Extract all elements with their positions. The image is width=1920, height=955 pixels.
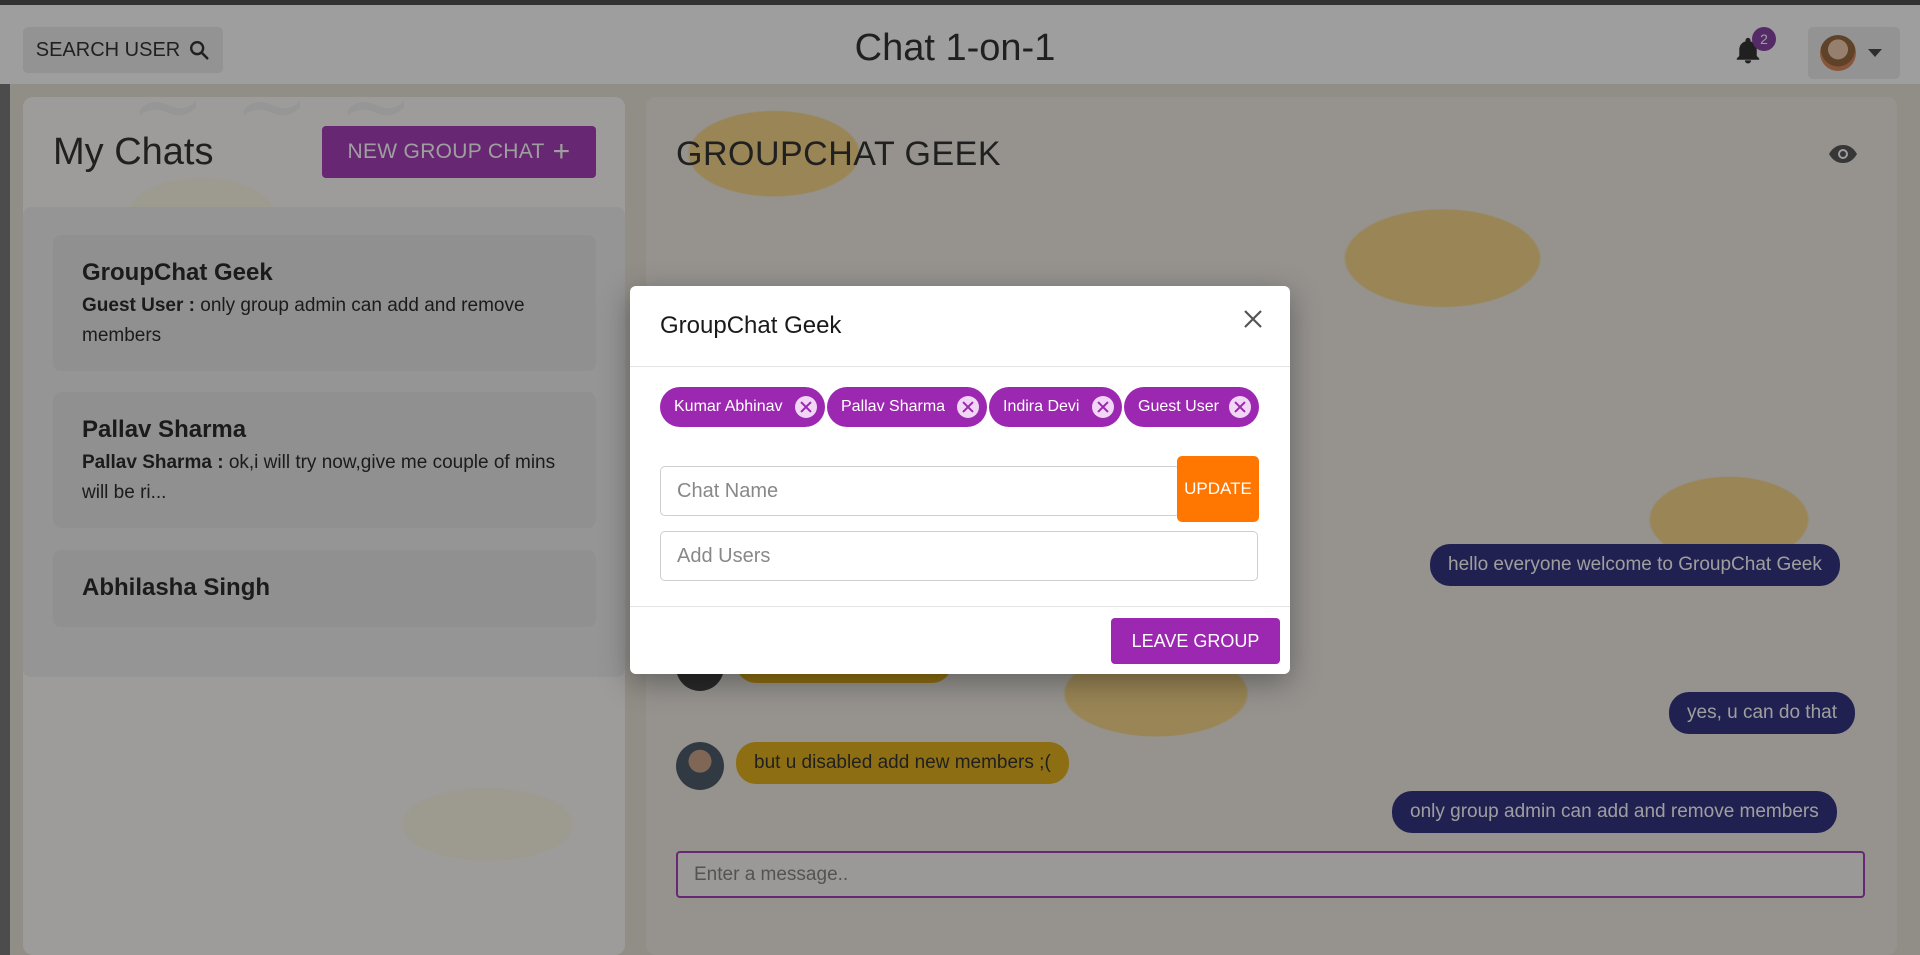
- modal-divider: [630, 606, 1290, 607]
- member-name: Kumar Abhinav: [674, 398, 783, 415]
- remove-member-icon[interactable]: [957, 396, 979, 418]
- member-chip[interactable]: Indira Devi: [989, 387, 1122, 427]
- chat-name-input[interactable]: Chat Name: [660, 466, 1180, 516]
- remove-member-icon[interactable]: [1092, 396, 1114, 418]
- member-chip[interactable]: Kumar Abhinav: [660, 387, 825, 427]
- remove-member-icon[interactable]: [795, 396, 817, 418]
- remove-member-icon[interactable]: [1229, 396, 1251, 418]
- modal-divider: [630, 366, 1290, 367]
- leave-group-button[interactable]: LEAVE GROUP: [1111, 618, 1280, 664]
- member-name: Pallav Sharma: [841, 398, 946, 415]
- close-icon[interactable]: [1240, 306, 1266, 332]
- member-name: Indira Devi: [1003, 398, 1080, 415]
- member-name: Guest User: [1138, 398, 1219, 415]
- member-chip[interactable]: Guest User: [1124, 387, 1259, 427]
- add-users-input[interactable]: Add Users: [660, 531, 1258, 581]
- member-chip[interactable]: Pallav Sharma: [827, 387, 987, 427]
- group-settings-modal: GroupChat Geek Kumar Abhinav Pallav Shar…: [630, 286, 1290, 674]
- modal-title: GroupChat Geek: [660, 312, 842, 339]
- update-button[interactable]: UPDATE: [1177, 456, 1259, 522]
